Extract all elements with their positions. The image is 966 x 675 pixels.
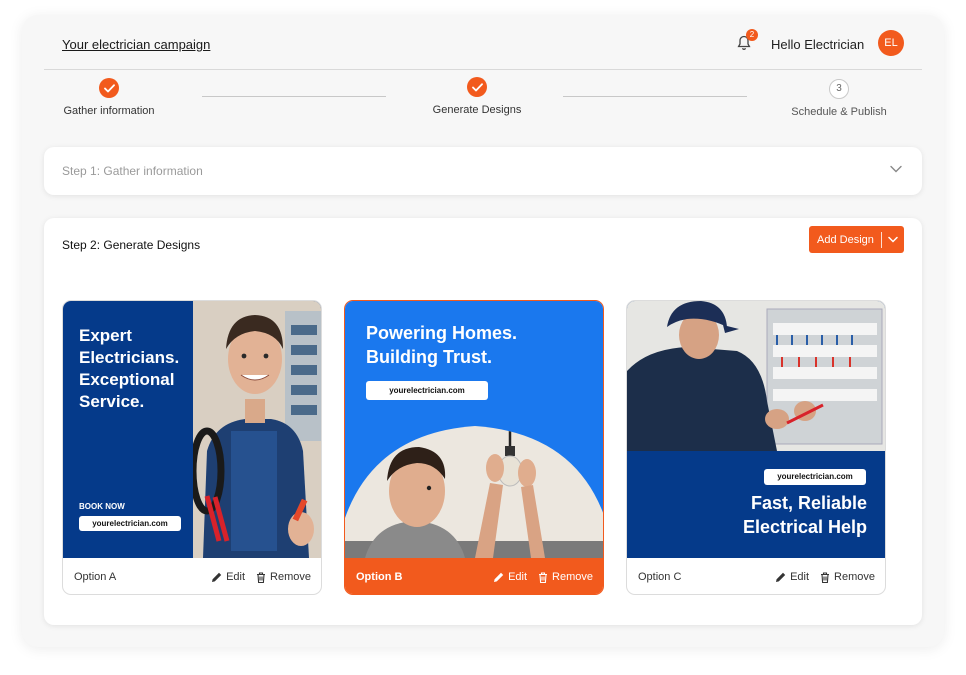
pencil-icon: [212, 572, 222, 582]
add-design-button[interactable]: Add Design: [809, 226, 904, 253]
user-greeting: Hello Electrician: [771, 37, 865, 52]
design-preview-a: Expert Electricians. Exceptional Service…: [63, 301, 321, 558]
design-headline: Expert Electricians. Exceptional Service…: [79, 325, 199, 413]
headline-line: Fast, Reliable: [750, 493, 867, 513]
trash-icon: [539, 571, 548, 583]
book-now-text: BOOK NOW: [79, 502, 125, 511]
stepper-connector: [202, 96, 386, 97]
step1-panel[interactable]: Step 1: Gather information: [44, 147, 922, 195]
electrician-photo: [193, 301, 321, 558]
remove-button[interactable]: Remove: [538, 571, 593, 583]
option-label: Option C: [638, 571, 682, 583]
headline-line: Exceptional: [79, 370, 175, 389]
campaign-title-link[interactable]: Your electrician campaign: [62, 37, 210, 52]
lightbulb-man-photo: [345, 426, 603, 558]
website-url: yourelectrician.com: [79, 516, 181, 531]
trash-icon: [821, 571, 830, 583]
remove-button[interactable]: Remove: [256, 571, 311, 583]
website-url: yourelectrician.com: [366, 381, 488, 400]
remove-button[interactable]: Remove: [820, 571, 875, 583]
edit-button[interactable]: Edit: [211, 571, 245, 583]
remove-label: Remove: [552, 571, 593, 583]
notifications-button[interactable]: 2: [737, 29, 758, 53]
pencil-icon: [494, 572, 504, 582]
edit-button[interactable]: Edit: [493, 571, 527, 583]
headline-line: Electrical Help: [742, 517, 867, 537]
design-card-option-a[interactable]: Expert Electricians. Exceptional Service…: [62, 300, 322, 595]
website-url: yourelectrician.com: [764, 469, 866, 485]
app-window: Your electrician campaign 2 Hello Electr…: [22, 15, 944, 647]
option-label: Option B: [356, 571, 403, 583]
step2-panel: Step 2: Generate Designs Add Design Expe…: [44, 218, 922, 625]
headline-line: Expert: [79, 326, 132, 345]
pencil-icon: [776, 572, 786, 582]
add-design-label: Add Design: [817, 233, 874, 246]
edit-label: Edit: [790, 571, 810, 583]
headline-line: Powering Homes.: [366, 323, 518, 343]
step-label: Gather information: [63, 105, 155, 117]
headline-line: Service.: [79, 392, 145, 411]
design-card-option-b[interactable]: Powering Homes. Building Trust. yourelec…: [344, 300, 604, 595]
step-label: Generate Designs: [432, 104, 522, 116]
design-card-footer: Option A Edit Remove: [63, 558, 321, 594]
top-header: Your electrician campaign 2 Hello Electr…: [22, 15, 944, 70]
design-preview-c: yourelectrician.com Fast, Reliable Elect…: [627, 301, 885, 558]
step1-title: Step 1: Gather information: [62, 164, 203, 178]
header-divider: [44, 69, 922, 70]
user-avatar[interactable]: EL: [878, 30, 904, 56]
step-generate-designs[interactable]: Generate Designs: [427, 77, 527, 116]
step-label: Schedule & Publish: [791, 106, 887, 118]
electrician-panel-photo: [627, 301, 885, 451]
step-number: 3: [829, 79, 849, 99]
design-headline: Powering Homes. Building Trust.: [366, 321, 596, 369]
add-design-dropdown[interactable]: [882, 236, 904, 243]
edit-button[interactable]: Edit: [775, 571, 809, 583]
notification-badge: 2: [746, 29, 758, 41]
chevron-down-icon[interactable]: [890, 165, 902, 173]
checkmark-icon: [467, 77, 487, 97]
step-gather-information[interactable]: Gather information: [60, 78, 158, 117]
stepper-connector: [563, 96, 747, 97]
edit-label: Edit: [508, 571, 528, 583]
headline-line: Building Trust.: [366, 347, 492, 367]
trash-icon: [257, 571, 266, 583]
design-card-footer: Option C Edit Remove: [627, 558, 885, 594]
design-card-option-c[interactable]: yourelectrician.com Fast, Reliable Elect…: [626, 300, 886, 595]
design-headline: Fast, Reliable Electrical Help: [667, 491, 867, 539]
checkmark-icon: [99, 78, 119, 98]
design-card-footer: Option B Edit Remove: [345, 558, 603, 594]
design-preview-b: Powering Homes. Building Trust. yourelec…: [345, 301, 603, 558]
progress-stepper: Gather information Generate Designs 3 Sc…: [22, 75, 944, 135]
step-schedule-publish[interactable]: 3 Schedule & Publish: [789, 79, 889, 118]
chevron-down-icon: [888, 236, 898, 243]
option-label: Option A: [74, 571, 117, 583]
headline-line: Electricians.: [79, 348, 180, 367]
edit-label: Edit: [226, 571, 246, 583]
remove-label: Remove: [834, 571, 875, 583]
step2-title: Step 2: Generate Designs: [62, 238, 201, 252]
remove-label: Remove: [270, 571, 311, 583]
